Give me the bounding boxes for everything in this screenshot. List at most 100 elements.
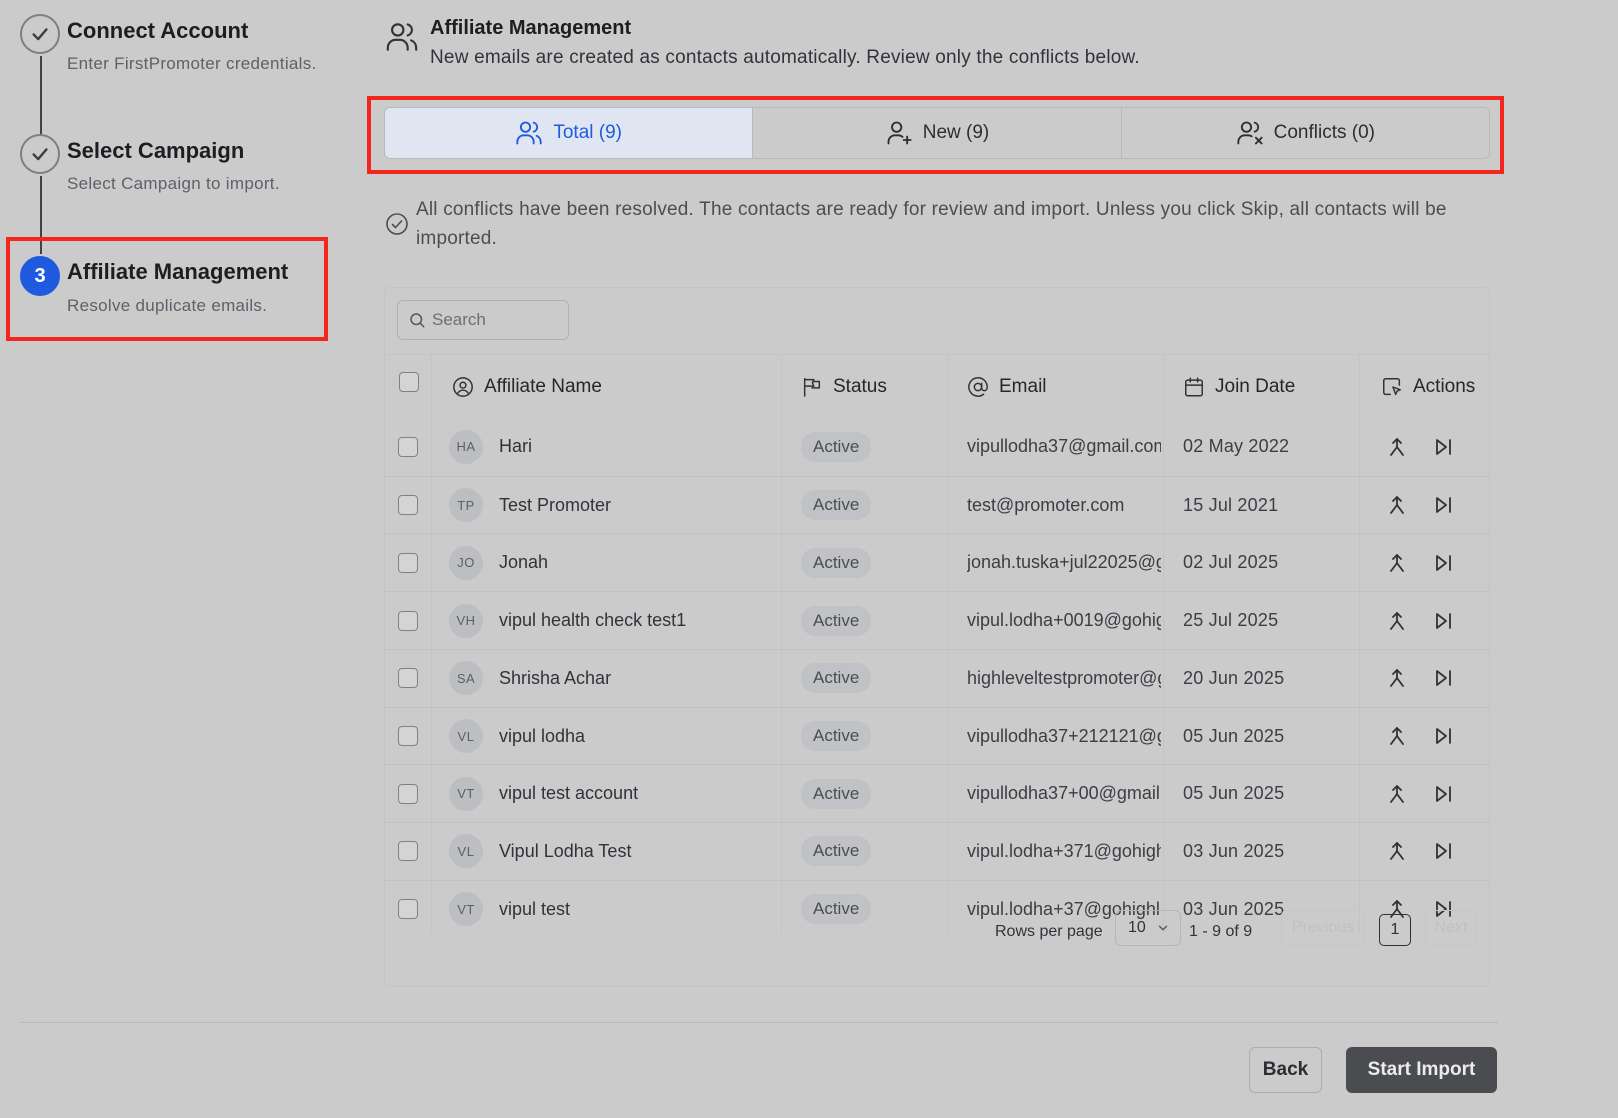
status-cell: Active: [801, 650, 941, 707]
status-cell: Active: [801, 881, 941, 938]
row-checkbox[interactable]: [398, 495, 418, 516]
table-row[interactable]: VT vipul test account Active vipullodha37+0…: [385, 764, 1491, 822]
tab-new[interactable]: New (9): [753, 108, 1122, 158]
active-step-highlight: [6, 237, 328, 341]
rows-per-page-value: 10: [1128, 919, 1146, 936]
merge-icon[interactable]: [1385, 666, 1409, 690]
table-row[interactable]: TP Test Promoter Active test@promoter.com 15…: [385, 475, 1491, 534]
tab-conflicts[interactable]: Conflicts (0): [1122, 108, 1489, 158]
tab-total[interactable]: Total (9): [385, 108, 754, 158]
affiliate-name: Shrisha Achar: [499, 667, 612, 688]
row-checkbox[interactable]: [398, 668, 418, 689]
row-checkbox[interactable]: [398, 841, 418, 862]
actions-cell: [1385, 418, 1485, 475]
merge-icon[interactable]: [1385, 493, 1409, 517]
row-checkbox[interactable]: [398, 610, 418, 631]
affiliate-name: vipul test account: [499, 783, 639, 804]
current-page-button[interactable]: 1: [1379, 914, 1411, 946]
affiliate-email: vipul.lodha+371@gohigh: [967, 840, 1161, 861]
affiliate-email: jonah.tuska+jul22025@g: [967, 552, 1161, 573]
skip-icon[interactable]: [1431, 609, 1455, 633]
back-button[interactable]: Back: [1249, 1047, 1322, 1093]
join-date-cell: 25 Jul 2025: [1183, 592, 1353, 649]
skip-icon[interactable]: [1431, 666, 1455, 690]
user-plus-icon: [887, 121, 912, 145]
skip-icon[interactable]: [1431, 493, 1455, 517]
column-header-name[interactable]: Affiliate Name: [452, 355, 602, 419]
affiliate-email: vipullodha37+00@gmail.: [967, 783, 1161, 804]
status-badge: Active: [801, 778, 872, 809]
skip-icon[interactable]: [1431, 551, 1455, 575]
affiliate-email: test@promoter.com: [967, 494, 1125, 515]
affiliate-name-cell: VL vipul lodha: [449, 708, 777, 765]
pointer-icon: [1383, 378, 1401, 396]
page-range-text: 1 - 9 of 9: [1189, 923, 1253, 940]
actions-cell: [1385, 765, 1485, 822]
previous-page-button[interactable]: Previous: [1281, 910, 1365, 946]
select-all-cell: [387, 355, 431, 419]
row-checkbox[interactable]: [398, 436, 418, 457]
step-subtitle: Enter FirstPromoter credentials.: [67, 54, 317, 73]
table-row[interactable]: VH vipul health check test1 Active vipul.lo…: [385, 591, 1491, 649]
row-checkbox[interactable]: [398, 726, 418, 746]
search-input[interactable]: [432, 310, 562, 330]
affiliate-name: Hari: [499, 436, 533, 456]
calendar-icon: [1185, 377, 1203, 397]
affiliate-email: highleveltestpromoter@g: [967, 667, 1161, 688]
column-header-email[interactable]: Email: [967, 355, 1047, 419]
row-checkbox[interactable]: [398, 552, 418, 573]
table-row[interactable]: SA Shrisha Achar Active highleveltestpromot…: [385, 648, 1491, 707]
merge-icon[interactable]: [1385, 551, 1409, 575]
affiliate-name-cell: VT vipul test: [449, 881, 777, 938]
avatar: VL: [449, 719, 483, 753]
join-date-cell: 02 Jul 2025: [1183, 534, 1353, 591]
table-row[interactable]: HA Hari Active vipullodha37@gmail.com 02 May…: [385, 418, 1491, 476]
status-badge: Active: [801, 431, 872, 462]
search-box[interactable]: [397, 300, 569, 340]
check-circle-icon: [386, 213, 408, 235]
row-checkbox[interactable]: [398, 783, 418, 804]
next-page-button[interactable]: Next: [1425, 910, 1477, 946]
join-date-cell: 02 May 2022: [1183, 418, 1353, 475]
status-cell: Active: [801, 708, 941, 765]
start-import-button[interactable]: Start Import: [1346, 1047, 1497, 1093]
affiliate-name: vipul health check test1: [499, 610, 687, 631]
status-badge: Active: [801, 547, 872, 578]
merge-icon[interactable]: [1385, 724, 1409, 748]
avatar: SA: [449, 661, 483, 696]
join-date: 02 May 2022: [1183, 436, 1290, 456]
skip-icon[interactable]: [1431, 839, 1455, 863]
skip-icon[interactable]: [1431, 782, 1455, 806]
merge-icon[interactable]: [1385, 435, 1409, 459]
select-all-checkbox[interactable]: [399, 372, 419, 392]
user-circle-icon: [453, 377, 473, 397]
footer-divider: [20, 1022, 1498, 1023]
table-row[interactable]: JO Jonah Active jonah.tuska+jul22025@g 02 Ju…: [385, 533, 1491, 591]
skip-icon[interactable]: [1431, 435, 1455, 459]
tab-label: Conflicts (0): [1273, 122, 1375, 143]
table-row[interactable]: VL Vipul Lodha Test Active vipul.lodha+371@…: [385, 821, 1491, 880]
actions-cell: [1385, 534, 1485, 591]
affiliate-name-cell: VL Vipul Lodha Test: [449, 823, 777, 880]
column-header-join-date[interactable]: Join Date: [1183, 355, 1295, 419]
row-select-cell: [385, 823, 431, 880]
row-select-cell: [385, 418, 431, 475]
email-cell: jonah.tuska+jul22025@g: [967, 534, 1161, 591]
status-badge: Active: [801, 605, 872, 636]
merge-icon[interactable]: [1385, 609, 1409, 633]
resolution-info-text: All conflicts have been resolved. The co…: [416, 199, 1447, 249]
table-row[interactable]: VL vipul lodha Active vipullodha37+212121@g…: [385, 706, 1491, 765]
at-sign-icon: [968, 377, 988, 397]
tab-label: New (9): [922, 122, 990, 143]
skip-icon[interactable]: [1431, 724, 1455, 748]
rows-per-page-select[interactable]: 10: [1115, 910, 1181, 946]
row-checkbox[interactable]: [398, 899, 418, 920]
merge-icon[interactable]: [1385, 782, 1409, 806]
join-date: 20 Jun 2025: [1183, 667, 1285, 688]
merge-icon[interactable]: [1385, 839, 1409, 863]
actions-cell: [1385, 708, 1485, 765]
column-header-status[interactable]: Status: [801, 355, 887, 419]
join-date-cell: 03 Jun 2025: [1183, 823, 1353, 880]
join-date: 05 Jun 2025: [1183, 725, 1285, 746]
join-date-cell: 05 Jun 2025: [1183, 765, 1353, 822]
